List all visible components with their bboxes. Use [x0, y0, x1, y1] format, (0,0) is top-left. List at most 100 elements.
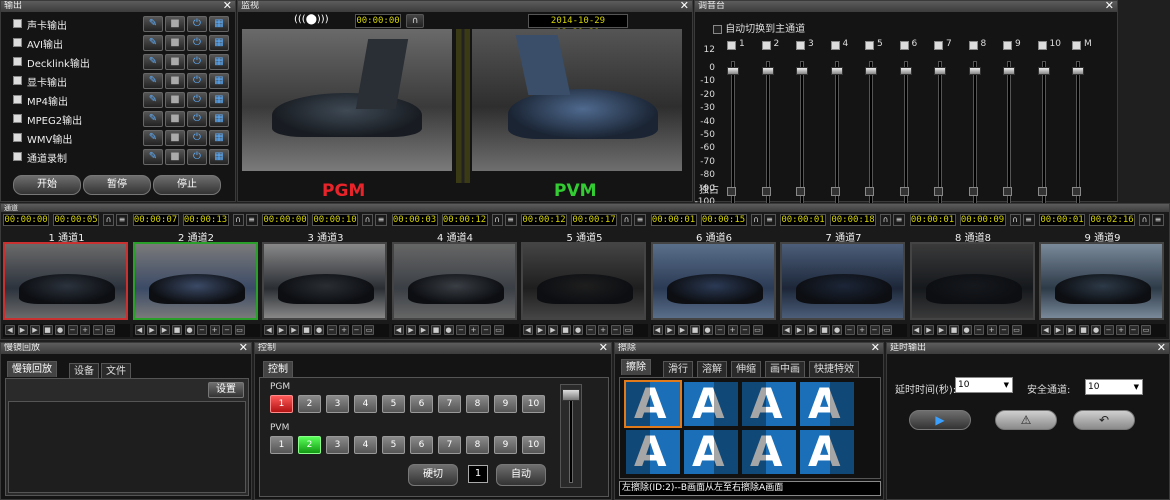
stop-icon[interactable]: ■: [42, 325, 53, 335]
edit-icon[interactable]: ✎: [143, 35, 163, 51]
transition-effect[interactable]: A: [800, 430, 854, 474]
channel-enable-checkbox[interactable]: [1003, 41, 1012, 50]
settings-icon[interactable]: ▦: [209, 16, 229, 32]
forward-icon[interactable]: ▶: [936, 325, 947, 335]
power-icon[interactable]: ⏻: [187, 92, 207, 108]
record-icon[interactable]: ●: [961, 325, 972, 335]
forward-icon[interactable]: ▶: [1066, 325, 1076, 335]
plus-icon[interactable]: +: [1116, 325, 1126, 335]
solo-checkbox[interactable]: [1003, 187, 1012, 196]
stop-icon[interactable]: ■: [690, 325, 700, 335]
power-icon[interactable]: ⏻: [187, 149, 207, 165]
settings-icon[interactable]: ▦: [209, 149, 229, 165]
pvm-button-5[interactable]: 5: [382, 436, 405, 454]
transition-effect[interactable]: A: [626, 430, 680, 474]
record-icon[interactable]: ●: [573, 325, 583, 335]
tab-transition-5[interactable]: 快捷特效: [809, 361, 859, 377]
folder-icon[interactable]: ▭: [1141, 325, 1151, 335]
stop-icon[interactable]: ■: [560, 325, 571, 335]
pvm-button-10[interactable]: 10: [522, 436, 545, 454]
pgm-button-9[interactable]: 9: [494, 395, 517, 413]
close-icon[interactable]: ✕: [1157, 343, 1166, 354]
transition-effect[interactable]: A: [742, 430, 796, 474]
headphone-icon[interactable]: ∩: [103, 214, 114, 226]
fader-knob[interactable]: [934, 67, 946, 75]
tab-transition-0[interactable]: 擦除: [621, 359, 651, 375]
forward-icon[interactable]: ▶: [548, 325, 558, 335]
stop-icon[interactable]: ■: [172, 325, 182, 335]
channel-enable-checkbox[interactable]: [865, 41, 874, 50]
close-icon[interactable]: ✕: [680, 1, 689, 12]
record-icon[interactable]: ●: [55, 325, 65, 335]
pgm-button-10[interactable]: 10: [522, 395, 545, 413]
plus-icon[interactable]: +: [80, 325, 90, 335]
play-icon[interactable]: ▶: [406, 325, 416, 335]
stop-icon[interactable]: ■: [819, 325, 830, 335]
edit-icon[interactable]: ✎: [143, 16, 163, 32]
pvm-button-2[interactable]: 2: [298, 436, 321, 454]
warning-button[interactable]: ⚠: [995, 410, 1057, 430]
minus-icon[interactable]: −: [869, 325, 880, 335]
start-button[interactable]: 开始: [13, 175, 81, 195]
channel-preview[interactable]: [650, 242, 776, 320]
auto-switch-option[interactable]: 自动切换到主通道: [713, 20, 805, 35]
minus-icon[interactable]: −: [1103, 325, 1114, 335]
plus-icon[interactable]: +: [598, 325, 608, 335]
channel-preview[interactable]: [1039, 242, 1164, 320]
headphone-icon[interactable]: ∩: [232, 214, 244, 226]
fader-knob[interactable]: [865, 67, 877, 75]
minus-icon[interactable]: −: [740, 325, 750, 335]
channel-preview[interactable]: [132, 242, 258, 320]
forward-icon[interactable]: ▶: [159, 325, 170, 335]
edit-icon[interactable]: ✎: [143, 130, 163, 146]
pvm-button-7[interactable]: 7: [438, 436, 461, 454]
play-icon[interactable]: ▶: [1053, 325, 1064, 335]
pgm-button-8[interactable]: 8: [466, 395, 489, 413]
forward-icon[interactable]: ▶: [807, 325, 817, 335]
folder-icon[interactable]: ▭: [234, 325, 245, 335]
output-checkbox[interactable]: [13, 76, 22, 85]
power-icon[interactable]: ⏻: [187, 16, 207, 32]
edit-icon[interactable]: ✎: [143, 149, 163, 165]
solo-checkbox[interactable]: [830, 187, 840, 196]
minus-icon[interactable]: −: [351, 325, 362, 335]
chevron-down-icon[interactable]: ▼: [1134, 380, 1139, 394]
stop-button[interactable]: 停止: [153, 175, 221, 195]
pvm-button-3[interactable]: 3: [326, 436, 349, 454]
headphone-icon[interactable]: ∩: [491, 214, 503, 226]
play-icon[interactable]: ▶: [924, 325, 934, 335]
settings-icon[interactable]: ▦: [209, 130, 229, 146]
output-checkbox[interactable]: [13, 38, 22, 47]
channel-preview[interactable]: [262, 242, 387, 320]
pause-button[interactable]: 暂停: [83, 175, 151, 195]
settings-icon[interactable]: ▦: [209, 54, 229, 70]
power-icon[interactable]: ⏻: [187, 54, 207, 70]
undo-button[interactable]: ↶: [1073, 410, 1135, 430]
tab-transition-2[interactable]: 溶解: [697, 361, 727, 377]
tab-slow-replay[interactable]: 慢镜回放: [7, 361, 57, 377]
headphone-icon[interactable]: ∩: [406, 14, 424, 28]
close-icon[interactable]: ✕: [871, 343, 880, 354]
stop-icon[interactable]: ■: [165, 92, 185, 108]
safe-channel-select[interactable]: 10 ▼: [1085, 379, 1143, 395]
play-icon[interactable]: ▶: [17, 325, 28, 335]
menu-icon[interactable]: ≡: [634, 214, 646, 226]
forward-icon[interactable]: ▶: [677, 325, 688, 335]
close-icon[interactable]: ✕: [1105, 1, 1114, 12]
menu-icon[interactable]: ≡: [375, 214, 387, 226]
menu-icon[interactable]: ≡: [504, 214, 517, 226]
channel-enable-checkbox[interactable]: [968, 41, 978, 50]
folder-icon[interactable]: ▭: [364, 325, 374, 335]
solo-checkbox[interactable]: [934, 187, 943, 196]
plus-icon[interactable]: +: [727, 325, 738, 335]
output-checkbox[interactable]: [13, 95, 22, 104]
channel-preview[interactable]: [780, 242, 905, 320]
menu-icon[interactable]: ≡: [763, 214, 776, 226]
power-icon[interactable]: ⏻: [187, 130, 207, 146]
channel-enable-checkbox[interactable]: [934, 41, 943, 50]
transition-effect[interactable]: A: [742, 382, 796, 426]
channel-enable-checkbox[interactable]: [796, 41, 805, 50]
rewind-icon[interactable]: ◀: [782, 325, 792, 335]
minus-icon[interactable]: −: [92, 325, 103, 335]
forward-icon[interactable]: ▶: [30, 325, 40, 335]
